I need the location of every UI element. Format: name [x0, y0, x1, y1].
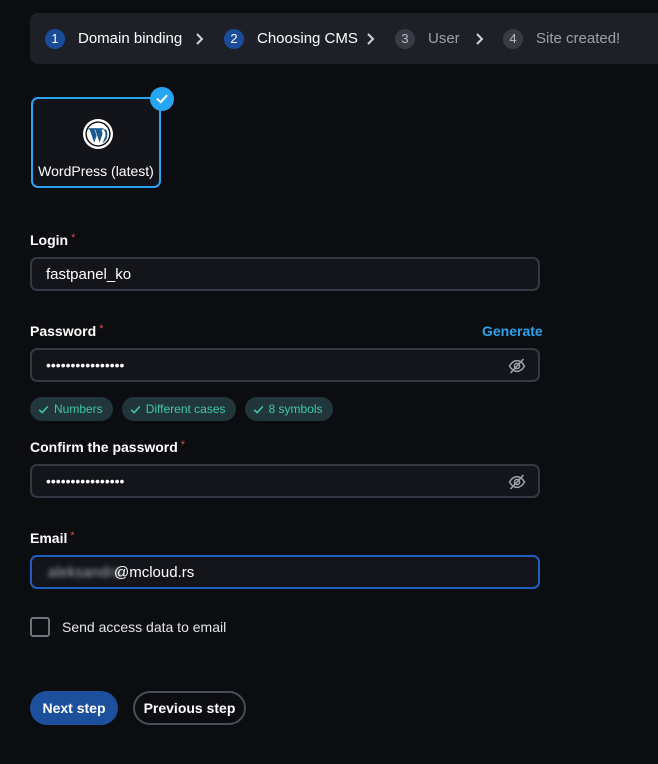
requirement-chip: 8 symbols: [244, 397, 333, 421]
confirm-password-label: Confirm the password *: [30, 439, 186, 455]
password-input[interactable]: [32, 350, 538, 380]
confirm-password-input[interactable]: [32, 466, 538, 496]
check-icon: [38, 405, 49, 414]
eye-slash-icon[interactable]: [508, 357, 526, 375]
login-label: Login *: [30, 232, 76, 248]
chevron-right-icon: [476, 33, 484, 45]
chevron-right-icon: [367, 33, 375, 45]
password-label: Password *: [30, 323, 104, 339]
progress-stepper: 1 Domain binding 2 Choosing CMS 3 User 4…: [30, 13, 658, 64]
eye-slash-icon[interactable]: [508, 473, 526, 491]
check-icon: [130, 405, 141, 414]
email-input[interactable]: aleksandra @mcloud.rs: [30, 555, 540, 589]
step-number: 1: [45, 28, 65, 49]
requirement-chip: Numbers: [30, 397, 113, 421]
next-step-button[interactable]: Next step: [30, 691, 118, 725]
email-user-blurred: aleksandra: [48, 564, 122, 581]
previous-step-button[interactable]: Previous step: [133, 691, 246, 725]
step-domain-binding[interactable]: 1 Domain binding: [45, 13, 182, 64]
login-field-wrapper: [30, 257, 540, 291]
step-number: 3: [395, 28, 415, 49]
step-site-created[interactable]: 4 Site created!: [503, 13, 620, 64]
confirm-password-field-wrapper: [30, 464, 540, 498]
step-number: 2: [224, 28, 244, 49]
step-label: Site created!: [536, 30, 621, 47]
email-domain: @mcloud.rs: [114, 564, 195, 581]
login-input[interactable]: [32, 259, 538, 289]
requirement-chip: Different cases: [121, 397, 236, 421]
selected-check-icon: [150, 87, 174, 111]
cms-option-wordpress[interactable]: WordPress (latest): [31, 97, 161, 188]
send-access-checkbox[interactable]: [30, 617, 50, 637]
step-user[interactable]: 3 User: [395, 13, 460, 64]
send-access-label: Send access data to email: [62, 619, 227, 635]
chevron-right-icon: [196, 33, 204, 45]
generate-password-link[interactable]: Generate: [482, 323, 543, 339]
cms-name: WordPress (latest): [38, 163, 154, 179]
step-label: Domain binding: [78, 30, 183, 47]
step-number: 4: [503, 28, 523, 49]
check-icon: [253, 405, 263, 414]
step-label: Choosing CMS: [257, 30, 358, 47]
step-choosing-cms[interactable]: 2 Choosing CMS: [224, 13, 358, 64]
password-requirements: Numbers Different cases 8 symbols: [30, 397, 333, 421]
wordpress-icon: [83, 119, 113, 149]
password-field-wrapper: [30, 348, 540, 382]
step-label: User: [428, 30, 460, 47]
send-access-checkbox-row[interactable]: Send access data to email: [30, 617, 226, 637]
email-label: Email *: [30, 530, 75, 546]
